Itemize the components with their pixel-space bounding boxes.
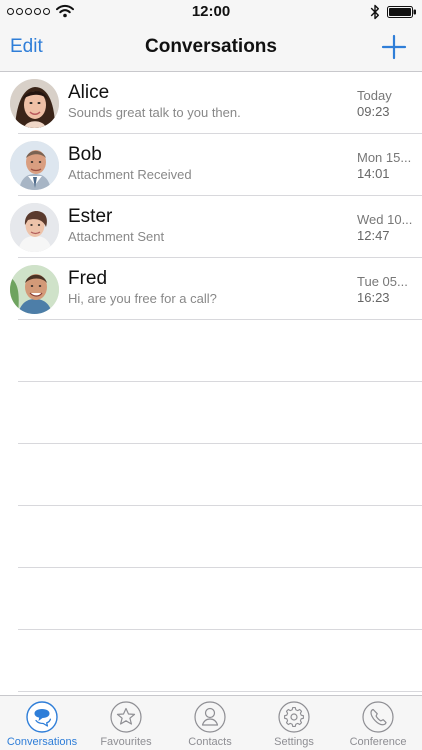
message-time: 16:23: [357, 290, 390, 305]
tab-label: Conference: [349, 736, 407, 748]
message-time: 09:23: [357, 104, 390, 119]
status-time: 12:00: [191, 3, 231, 20]
message-preview: Hi, are you free for a call?: [68, 291, 217, 306]
tab-label: Settings: [274, 736, 314, 748]
message-date: Tue 05...: [357, 274, 408, 289]
tab-bar: Conversations Favourites Contacts Settin…: [0, 695, 422, 750]
tab-favourites[interactable]: Favourites: [84, 700, 168, 750]
tab-label: Contacts: [188, 736, 232, 748]
empty-row-divider: [18, 381, 422, 382]
gear-icon: [278, 701, 310, 733]
message-preview: Attachment Sent: [68, 229, 165, 244]
edit-button[interactable]: Edit: [10, 36, 43, 58]
conversation-row-ester[interactable]: Ester Attachment Sent Wed 10... 12:47: [0, 196, 422, 258]
page-title: Conversations: [145, 36, 277, 57]
row-divider: [18, 319, 422, 320]
phone-icon: [362, 701, 394, 733]
contact-name: Bob: [68, 144, 102, 165]
contact-name: Alice: [68, 82, 110, 103]
message-date: Today: [357, 88, 392, 103]
tab-contacts[interactable]: Contacts: [168, 700, 252, 750]
battery-icon: [387, 6, 416, 18]
empty-row-divider: [18, 567, 422, 568]
tab-conversations[interactable]: Conversations: [0, 700, 84, 750]
empty-row-divider: [18, 505, 422, 506]
tab-label: Favourites: [100, 736, 152, 748]
message-date: Mon 15...: [357, 150, 412, 165]
avatar-ester: [10, 203, 59, 252]
empty-row-divider: [18, 691, 422, 692]
person-icon: [194, 701, 226, 733]
conversations-screen: 12:00 Edit Conversations Alice Sounds gr…: [0, 0, 422, 750]
message-date: Wed 10...: [357, 212, 413, 227]
star-icon: [110, 701, 142, 733]
message-time: 14:01: [357, 166, 390, 181]
empty-row-divider: [18, 629, 422, 630]
chat-bubble-icon: [26, 701, 58, 733]
empty-row-divider: [18, 443, 422, 444]
conversation-row-bob[interactable]: Bob Attachment Received Mon 15... 14:01: [0, 134, 422, 196]
navigation-bar: Edit Conversations: [0, 24, 422, 72]
tab-settings[interactable]: Settings: [252, 700, 336, 750]
tab-conference[interactable]: Conference: [336, 700, 420, 750]
bluetooth-icon: [370, 4, 379, 20]
contact-name: Ester: [68, 206, 113, 227]
conversation-row-fred[interactable]: Fred Hi, are you free for a call? Tue 05…: [0, 258, 422, 320]
message-preview: Attachment Received: [68, 167, 192, 182]
contact-name: Fred: [68, 268, 108, 289]
status-bar: 12:00: [0, 0, 422, 24]
plus-icon[interactable]: [381, 34, 407, 60]
message-time: 12:47: [357, 228, 390, 243]
avatar-fred: [10, 265, 59, 314]
tab-label: Conversations: [6, 736, 78, 748]
conversation-row-alice[interactable]: Alice Sounds great talk to you then. Tod…: [0, 72, 422, 134]
message-preview: Sounds great talk to you then.: [68, 105, 241, 120]
avatar-alice: [10, 79, 59, 128]
avatar-bob: [10, 141, 59, 190]
